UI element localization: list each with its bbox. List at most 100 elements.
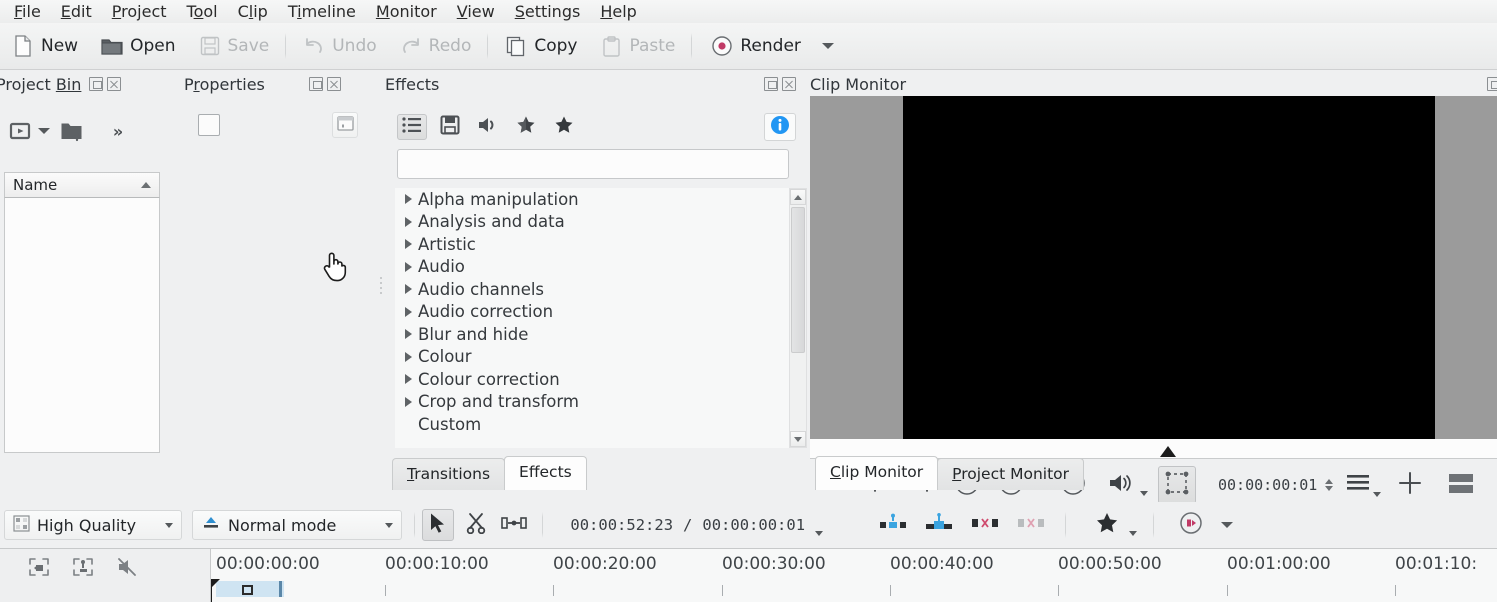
clip-properties-button[interactable]: [332, 112, 358, 138]
new-folder-icon[interactable]: [60, 119, 84, 143]
effects-category-item[interactable]: Alpha manipulation: [395, 188, 789, 211]
timeline-position-timecode[interactable]: 00:00:52:23: [564, 516, 679, 534]
insert-mix-button[interactable]: [923, 509, 955, 541]
selection-tool-button[interactable]: [422, 509, 455, 541]
tab-transitions[interactable]: Transitions: [392, 458, 506, 490]
show-audio-thumbnails-icon[interactable]: [72, 557, 94, 581]
timeline-record-button[interactable]: [1175, 509, 1207, 541]
effects-search-input[interactable]: [397, 149, 789, 179]
favorite-effect-dropdown-icon[interactable]: [1129, 531, 1138, 536]
effects-list-scrollbar[interactable]: [789, 188, 807, 448]
scrollbar-thumb[interactable]: [791, 207, 805, 353]
expand-triangle-icon[interactable]: [405, 239, 412, 250]
timecode-dropdown-icon[interactable]: [815, 531, 824, 536]
menu-settings[interactable]: Settings: [505, 1, 591, 23]
effects-category-item[interactable]: Crop and transform: [395, 391, 789, 414]
expand-triangle-icon[interactable]: [405, 329, 412, 340]
effects-category-item[interactable]: Audio correction: [395, 301, 789, 324]
save-button[interactable]: Save: [189, 31, 279, 61]
effects-close-icon[interactable]: [782, 77, 796, 91]
timeline-playhead[interactable]: [211, 579, 220, 588]
render-dropdown-icon[interactable]: [821, 43, 834, 49]
copy-button[interactable]: Copy: [495, 31, 586, 61]
favorite-effect-button[interactable]: [1091, 509, 1123, 541]
extract-zone-button[interactable]: [1443, 468, 1477, 502]
properties-close-icon[interactable]: [326, 77, 341, 91]
favorite-effects-button[interactable]: [549, 114, 579, 140]
menu-view[interactable]: View: [447, 1, 505, 23]
open-button[interactable]: Open: [91, 31, 184, 61]
menu-help[interactable]: Help: [590, 1, 646, 23]
effects-category-item[interactable]: Audio: [395, 256, 789, 279]
render-button[interactable]: Render: [701, 31, 810, 61]
effects-category-list[interactable]: Alpha manipulation Analysis and data Art…: [395, 188, 789, 448]
remove-space-button[interactable]: [969, 509, 1001, 541]
volume-button[interactable]: [1104, 468, 1138, 502]
effects-category-item[interactable]: Custom: [395, 413, 789, 436]
clip-monitor-video-area[interactable]: [810, 96, 1497, 439]
timecode-spinner-icon[interactable]: [1325, 479, 1334, 491]
effects-float-icon[interactable]: [764, 77, 778, 91]
menu-file[interactable]: File: [4, 1, 51, 23]
properties-float-icon[interactable]: [308, 77, 323, 91]
clip-monitor-float-icon[interactable]: [1487, 77, 1497, 91]
video-effects-button[interactable]: [435, 114, 465, 140]
mix-clip-button[interactable]: [877, 509, 909, 541]
expand-triangle-icon[interactable]: [405, 284, 412, 295]
project-bin-column-header[interactable]: Name: [4, 172, 160, 198]
empty-checkbox-icon[interactable]: [198, 114, 220, 136]
menu-timeline[interactable]: Timeline: [278, 1, 366, 23]
expand-triangle-icon[interactable]: [405, 194, 412, 205]
clip-monitor-playhead[interactable]: [1160, 446, 1176, 457]
show-all-effects-button[interactable]: [397, 114, 427, 140]
spacer-tool-button[interactable]: [498, 509, 530, 541]
preview-quality-combo[interactable]: High Quality: [4, 510, 183, 540]
menu-monitor[interactable]: Monitor: [366, 1, 447, 23]
tab-clip-monitor[interactable]: Clip Monitor: [815, 456, 939, 490]
menu-project[interactable]: Project: [102, 1, 177, 23]
project-bin-close-icon[interactable]: [107, 77, 122, 91]
tab-effects[interactable]: Effects: [504, 456, 587, 490]
effects-category-item[interactable]: Colour correction: [395, 368, 789, 391]
expand-triangle-icon[interactable]: [405, 351, 412, 362]
clip-monitor-timecode[interactable]: 00:00:00:01: [1214, 476, 1321, 494]
effects-category-item[interactable]: Artistic: [395, 233, 789, 256]
more-options-icon[interactable]: »: [106, 119, 130, 143]
volume-dropdown-icon[interactable]: [1140, 491, 1148, 496]
razor-tool-button[interactable]: [460, 509, 492, 541]
expand-triangle-icon[interactable]: [405, 261, 412, 272]
effects-category-item[interactable]: Analysis and data: [395, 211, 789, 234]
edit-mode-combo[interactable]: Normal mode: [192, 510, 403, 540]
timeline-zone-handle[interactable]: [242, 585, 253, 595]
add-clip-icon[interactable]: [8, 119, 32, 143]
effects-category-item[interactable]: Audio channels: [395, 278, 789, 301]
monitor-menu-dropdown-icon[interactable]: [1373, 492, 1382, 497]
project-bin-float-icon[interactable]: [89, 77, 104, 91]
effects-category-item[interactable]: Colour: [395, 346, 789, 369]
timeline-record-dropdown-icon[interactable]: [1221, 522, 1234, 528]
remove-all-spaces-button[interactable]: [1015, 509, 1047, 541]
menu-edit[interactable]: Edit: [51, 1, 102, 23]
timeline-zone-out-marker[interactable]: [279, 581, 282, 597]
insert-zone-button[interactable]: [1393, 468, 1427, 502]
expand-triangle-icon[interactable]: [405, 306, 412, 317]
add-clip-dropdown-icon[interactable]: [38, 128, 50, 134]
mute-preview-icon[interactable]: [116, 557, 138, 581]
zone-overlay-button[interactable]: [1158, 466, 1196, 504]
timeline-duration-timecode[interactable]: 00:00:00:01: [696, 516, 811, 534]
monitor-menu-button[interactable]: [1341, 468, 1375, 502]
audio-effects-button[interactable]: [473, 114, 503, 140]
paste-button[interactable]: Paste: [590, 31, 684, 61]
show-description-button[interactable]: [764, 113, 796, 141]
menu-tool[interactable]: Tool: [177, 1, 228, 23]
scroll-down-icon[interactable]: [790, 431, 806, 447]
edit-mode-dropdown-icon[interactable]: [385, 522, 394, 528]
effects-category-item[interactable]: Blur and hide: [395, 323, 789, 346]
show-video-thumbnails-icon[interactable]: [28, 557, 50, 581]
menu-clip[interactable]: Clip: [228, 1, 278, 23]
undo-button[interactable]: Undo: [293, 31, 385, 61]
expand-triangle-icon[interactable]: [405, 374, 412, 385]
expand-triangle-icon[interactable]: [405, 396, 412, 407]
new-button[interactable]: New: [2, 31, 87, 61]
timeline-ruler[interactable]: 00:00:00:00 00:00:10:00 00:00:20:00 00:0…: [211, 549, 1497, 602]
